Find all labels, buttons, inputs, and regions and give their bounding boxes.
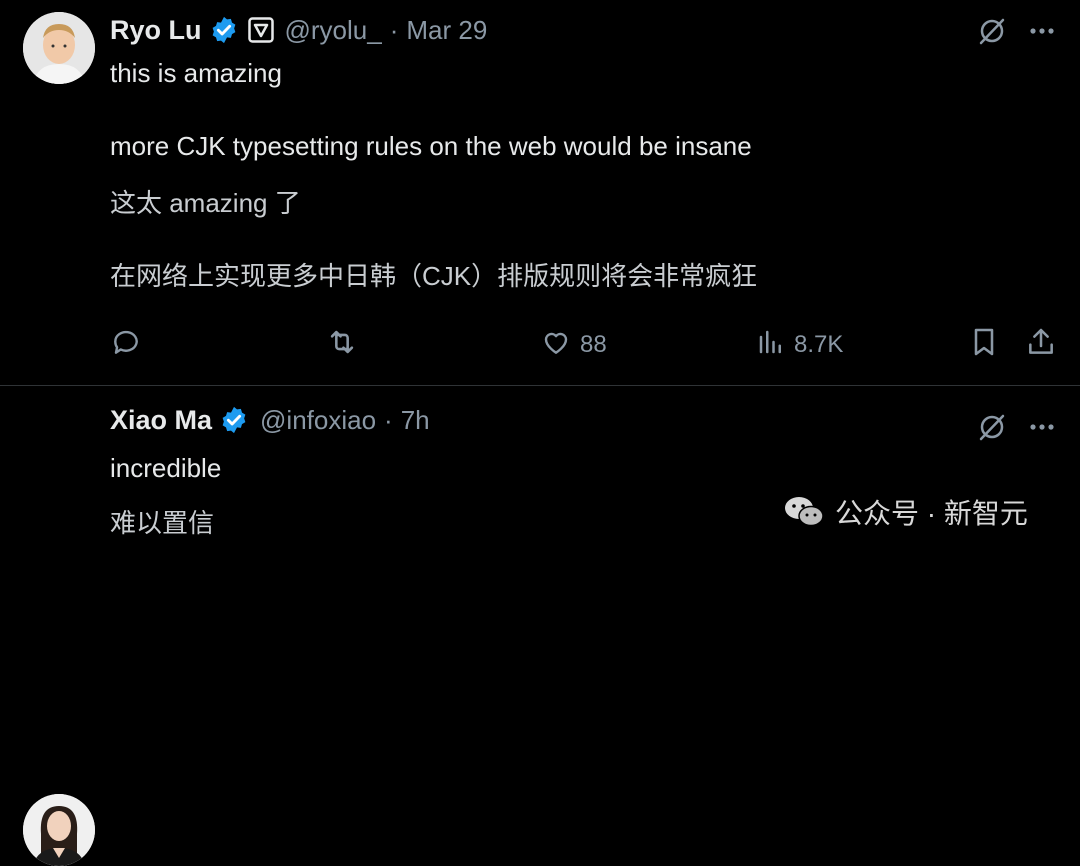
tweet-text-line: more CJK typesetting rules on the web wo… — [110, 131, 752, 161]
verified-badge-icon — [219, 405, 249, 435]
reply-button[interactable] — [110, 320, 142, 370]
action-bar: 88 8.7K — [0, 320, 1080, 370]
translation-line: 在网络上实现更多中日韩（CJK）排版规则将会非常疯狂 — [110, 261, 758, 291]
tweet-text-line: this is amazing — [110, 58, 282, 88]
tweet-text-line: incredible — [110, 453, 222, 483]
bookmark-icon — [968, 326, 1000, 365]
grok-icon[interactable] — [975, 410, 1009, 444]
more-icon[interactable] — [1025, 410, 1059, 444]
verified-badge-icon — [209, 15, 239, 45]
like-icon — [540, 326, 572, 365]
bookmark-button[interactable] — [968, 320, 1000, 370]
grok-icon[interactable] — [975, 14, 1009, 48]
views-button[interactable]: 8.7K — [756, 320, 843, 370]
affiliation-badge-icon[interactable] — [247, 17, 274, 43]
separator: · — [384, 404, 393, 435]
translation-line: 这太 amazing 了 — [110, 188, 301, 218]
repost-icon — [325, 325, 359, 366]
watermark: 公众号 · 新智元 — [783, 492, 1028, 532]
handle[interactable]: @ryolu_ — [285, 15, 382, 46]
views-count: 8.7K — [794, 331, 844, 358]
avatar[interactable] — [23, 794, 95, 866]
translation-line: 难以置信 — [110, 508, 215, 538]
views-icon — [756, 327, 786, 364]
share-icon — [1025, 326, 1057, 365]
like-count: 88 — [580, 331, 607, 358]
avatar[interactable] — [23, 12, 95, 84]
timestamp[interactable]: 7h — [401, 405, 430, 436]
timestamp[interactable]: Mar 29 — [406, 15, 487, 46]
more-icon[interactable] — [1025, 14, 1059, 48]
author-name[interactable]: Xiao Ma — [110, 405, 212, 436]
repost-button[interactable] — [325, 320, 359, 370]
separator: · — [389, 14, 399, 45]
wechat-icon — [783, 494, 825, 530]
handle[interactable]: @infoxiao — [260, 405, 376, 436]
share-button[interactable] — [1025, 320, 1057, 370]
like-button[interactable]: 88 — [540, 320, 607, 370]
reply-icon — [110, 326, 142, 365]
watermark-text: 公众号 · 新智元 — [835, 498, 1028, 529]
author-name[interactable]: Ryo Lu — [110, 15, 202, 46]
tweet-ryo-lu[interactable]: Ryo Lu @ryolu_ · Mar 29 this is amazing … — [0, 0, 1080, 386]
